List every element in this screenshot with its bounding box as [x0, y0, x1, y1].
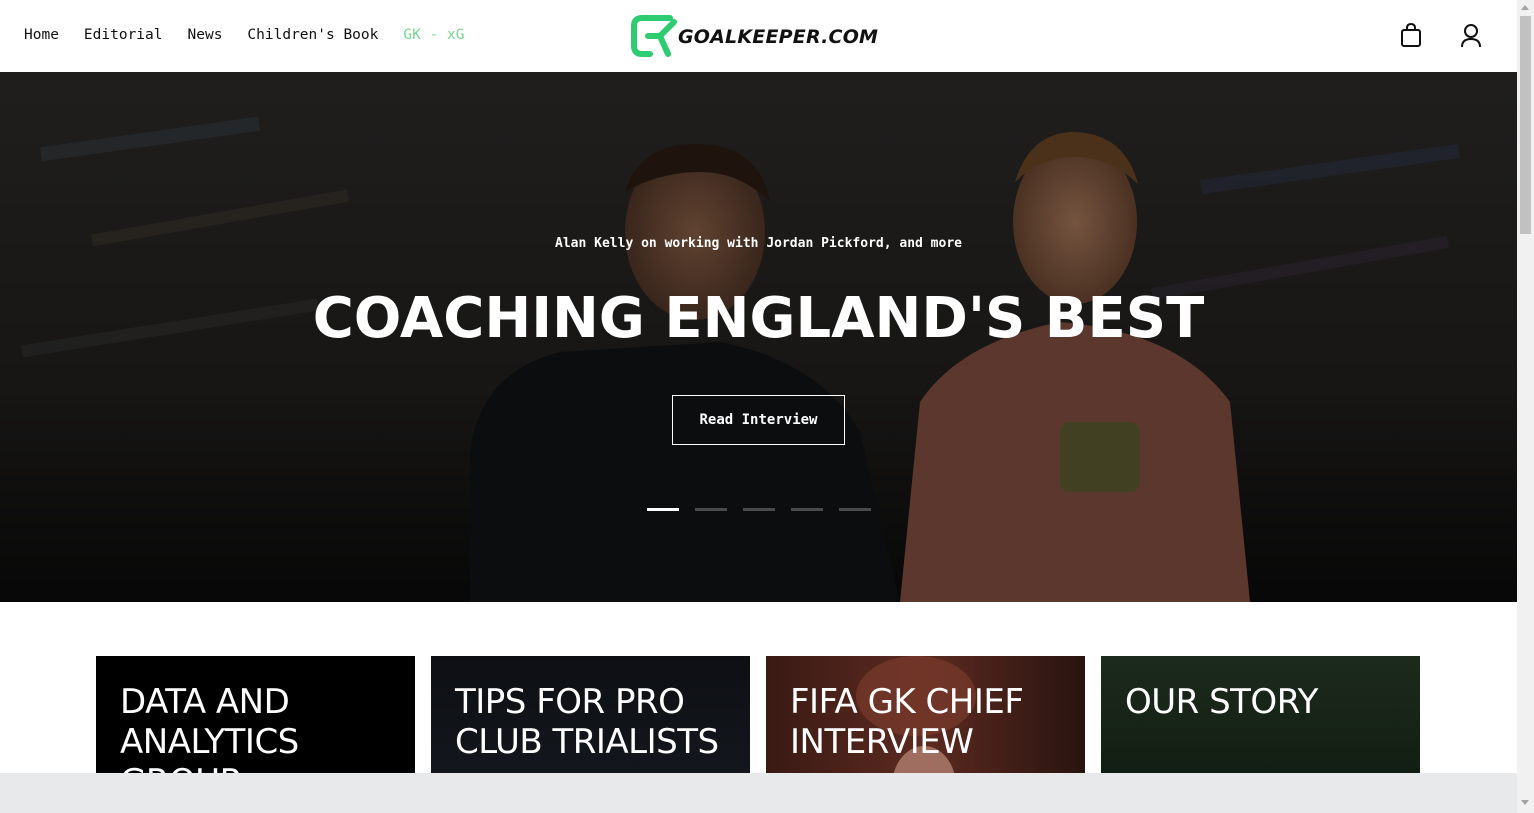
hero-banner: Alan Kelly on working with Jordan Pickfo… — [0, 72, 1517, 602]
slide-dot-4[interactable] — [791, 508, 823, 511]
card-title: TIPS FOR PRO CLUB TRIALISTS — [455, 682, 719, 762]
site-header: Home Editorial News Children's Book GK -… — [0, 0, 1517, 72]
nav-news[interactable]: News — [188, 27, 223, 43]
shopping-bag-icon[interactable] — [1398, 22, 1424, 50]
logo-text: GOALKEEPER.COM — [678, 25, 879, 48]
hero-title: COACHING ENGLAND'S BEST — [312, 286, 1205, 351]
site-logo[interactable]: GOALKEEPER.COM — [630, 14, 878, 58]
read-interview-button[interactable]: Read Interview — [672, 395, 845, 445]
slider-pagination — [647, 508, 871, 511]
logo-mark-icon — [631, 15, 677, 57]
page-scrollbar[interactable] — [1517, 0, 1534, 813]
slide-dot-2[interactable] — [695, 508, 727, 511]
nav-editorial[interactable]: Editorial — [84, 27, 163, 43]
scroll-thumb[interactable] — [1520, 16, 1531, 234]
card-title: OUR STORY — [1125, 682, 1318, 722]
nav-gk-xg[interactable]: GK - xG — [403, 27, 464, 43]
scroll-down-arrow-icon[interactable] — [1521, 800, 1529, 805]
slide-dot-5[interactable] — [839, 508, 871, 511]
card-title: FIFA GK CHIEF INTERVIEW — [790, 682, 1024, 762]
slide-dot-3[interactable] — [743, 508, 775, 511]
nav-home[interactable]: Home — [24, 27, 59, 43]
slide-dot-1[interactable] — [647, 508, 679, 511]
nav-childrens-book[interactable]: Children's Book — [247, 27, 378, 43]
bottom-bar — [0, 773, 1517, 813]
main-nav: Home Editorial News Children's Book GK -… — [24, 27, 489, 43]
hero-kicker: Alan Kelly on working with Jordan Pickfo… — [555, 236, 962, 251]
scroll-up-arrow-icon[interactable] — [1521, 5, 1529, 10]
user-icon[interactable] — [1458, 22, 1484, 50]
